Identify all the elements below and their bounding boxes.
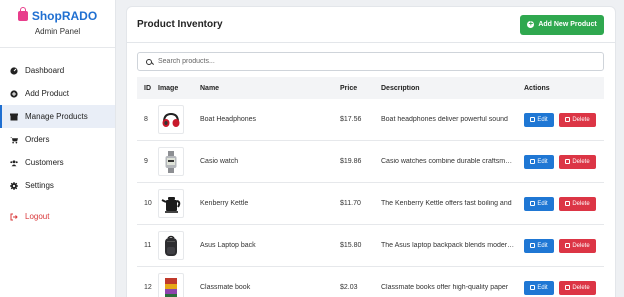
search-input[interactable]	[158, 58, 558, 65]
sidebar-item-settings[interactable]: Settings	[0, 174, 115, 197]
product-description: Classmate books offer high-quality paper	[381, 284, 509, 291]
sidebar-item-orders[interactable]: Orders	[0, 128, 115, 151]
delete-button[interactable]: Delete	[559, 154, 596, 169]
delete-button[interactable]: Delete	[559, 112, 596, 127]
product-price: $17.56	[340, 116, 362, 123]
product-inventory-panel: Product Inventory Add New Product ID Ima…	[126, 6, 616, 297]
product-price: $2.03	[340, 284, 358, 291]
shopping-bag-icon	[17, 7, 28, 21]
table-row: 12 Classmate book $2.03 Classmate books …	[137, 267, 604, 297]
sidebar-nav: Dashboard Add Product Manage Products Or…	[0, 59, 115, 228]
product-price: $19.86	[340, 158, 362, 165]
trash-icon	[565, 159, 571, 164]
product-id: 8	[144, 116, 148, 123]
column-header-id: ID	[144, 84, 151, 92]
add-new-product-button[interactable]: Add New Product	[520, 14, 604, 35]
box-icon	[10, 113, 18, 121]
page-title: Product Inventory	[137, 19, 223, 30]
brand-subtitle: Admin Panel	[34, 27, 81, 36]
edit-button[interactable]: Edit	[524, 112, 554, 127]
table-row: 10 Kenberry Kettle $11.70 The Kenberry K…	[137, 183, 604, 225]
sidebar-item-add-product[interactable]: Add Product	[0, 82, 115, 105]
product-description: The Asus laptop backpack blends modern d…	[381, 242, 520, 249]
edit-button[interactable]: Edit	[524, 196, 554, 211]
column-header-price: Price	[340, 84, 358, 92]
product-name: Classmate book	[200, 284, 251, 291]
product-description: Boat headphones deliver powerful sound	[381, 116, 508, 123]
trash-icon	[565, 117, 571, 122]
table-row: 8 Boat Headphones $17.56 Boat headphones…	[137, 99, 604, 141]
table-row: 9 Casio watch $19.86 Casio watches combi…	[137, 141, 604, 183]
edit-icon	[530, 243, 536, 248]
trash-icon	[565, 243, 571, 248]
product-description: The Kenberry Kettle offers fast boiling …	[381, 200, 512, 207]
delete-button[interactable]: Delete	[559, 280, 596, 295]
column-header-name: Name	[200, 84, 220, 92]
product-name: Casio watch	[200, 158, 239, 165]
trash-icon	[565, 201, 571, 206]
product-id: 9	[144, 158, 148, 165]
products-table: ID Image Name Price Description Actions …	[137, 77, 604, 297]
cart-icon	[10, 136, 18, 144]
sidebar-item-customers[interactable]: Customers	[0, 151, 115, 174]
product-id: 10	[144, 200, 152, 207]
gauge-icon	[10, 66, 18, 75]
gear-icon	[10, 181, 18, 190]
sidebar-item-logout[interactable]: Logout	[0, 205, 115, 228]
edit-icon	[530, 201, 536, 206]
product-image-kettle	[158, 189, 184, 218]
plus-circle-icon	[527, 19, 535, 28]
product-image-book	[158, 273, 184, 297]
column-header-actions: Actions	[524, 84, 550, 92]
sidebar-item-dashboard[interactable]: Dashboard	[0, 59, 115, 82]
logout-icon	[10, 213, 18, 221]
product-price: $11.70	[340, 200, 361, 207]
trash-icon	[565, 285, 571, 290]
product-name: Boat Headphones	[200, 116, 257, 123]
edit-icon	[530, 117, 536, 122]
search-icon	[146, 58, 152, 65]
product-id: 11	[144, 242, 152, 249]
panel-header: Product Inventory Add New Product	[127, 7, 615, 43]
product-description: Casio watches combine durable craftsmans…	[381, 158, 520, 165]
product-name: Kenberry Kettle	[200, 200, 249, 207]
sidebar-item-manage-products[interactable]: Manage Products	[0, 105, 115, 128]
product-image-headphones	[158, 105, 184, 134]
edit-icon	[530, 159, 536, 164]
table-row: 11 Asus Laptop back $15.80 The Asus lapt…	[137, 225, 604, 267]
column-header-image: Image	[158, 84, 179, 92]
product-name: Asus Laptop back	[200, 242, 256, 249]
edit-button[interactable]: Edit	[524, 154, 554, 169]
edit-button[interactable]: Edit	[524, 280, 554, 295]
plus-circle-icon	[10, 89, 18, 98]
product-price: $15.80	[340, 242, 362, 249]
edit-icon	[530, 285, 536, 290]
product-image-backpack	[158, 231, 184, 260]
users-icon	[10, 159, 18, 167]
edit-button[interactable]: Edit	[524, 238, 554, 253]
delete-button[interactable]: Delete	[559, 196, 596, 211]
sidebar: ShopRADO Admin Panel Dashboard Add Produ…	[0, 0, 116, 297]
search-box	[137, 52, 604, 71]
column-header-description: Description	[381, 84, 420, 92]
brand-name: ShopRADO	[31, 9, 98, 23]
table-header: ID Image Name Price Description Actions	[137, 77, 604, 99]
product-id: 12	[144, 284, 152, 291]
delete-button[interactable]: Delete	[559, 238, 596, 253]
product-image-watch	[158, 147, 184, 176]
brand: ShopRADO Admin Panel	[0, 0, 115, 48]
